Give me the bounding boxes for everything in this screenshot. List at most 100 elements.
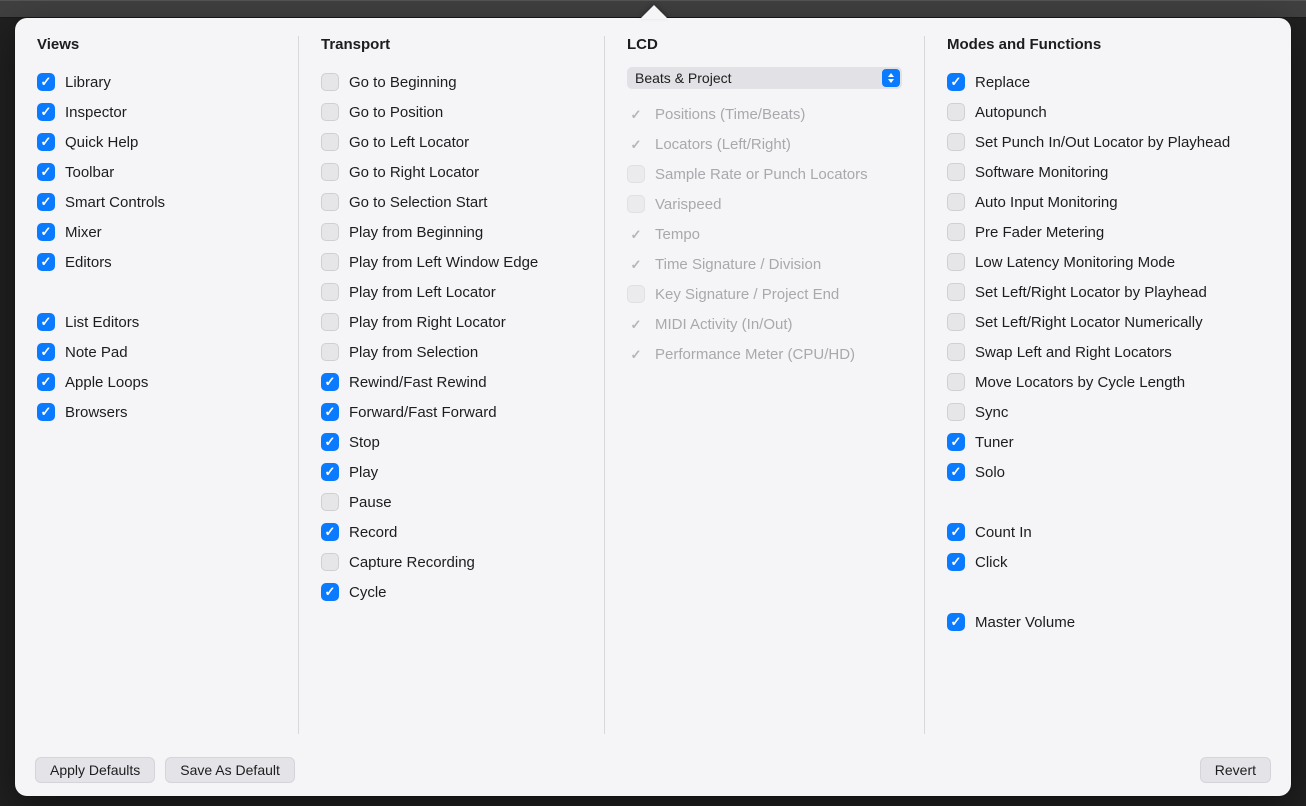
checkbox-row-set-punch-in-out-locator-by-playhead[interactable]: Set Punch In/Out Locator by Playhead [947, 127, 1269, 157]
checkbox-icon [947, 193, 965, 211]
checkbox-label: Rewind/Fast Rewind [349, 374, 487, 391]
checkbox-label: Count In [975, 524, 1032, 541]
checkbox-row-tempo: Tempo [627, 219, 902, 249]
checkbox-label: Play from Beginning [349, 224, 483, 241]
checkbox-row-pre-fader-metering[interactable]: Pre Fader Metering [947, 217, 1269, 247]
checkbox-row-cycle[interactable]: Cycle [321, 577, 582, 607]
lcd-mode-select[interactable]: Beats & Project [627, 67, 902, 89]
views-group-2: List EditorsNote PadApple LoopsBrowsers [37, 307, 276, 427]
checkbox-row-go-to-left-locator[interactable]: Go to Left Locator [321, 127, 582, 157]
checkbox-row-go-to-selection-start[interactable]: Go to Selection Start [321, 187, 582, 217]
checkbox-row-move-locators-by-cycle-length[interactable]: Move Locators by Cycle Length [947, 367, 1269, 397]
checkbox-label: Auto Input Monitoring [975, 194, 1118, 211]
checkbox-row-locators-left-right: Locators (Left/Right) [627, 129, 902, 159]
save-as-default-button[interactable]: Save As Default [165, 757, 295, 783]
checkbox-row-go-to-right-locator[interactable]: Go to Right Locator [321, 157, 582, 187]
checkbox-label: Set Left/Right Locator by Playhead [975, 284, 1207, 301]
popover-arrow [640, 5, 668, 19]
columns-container: Views LibraryInspectorQuick HelpToolbarS… [15, 18, 1291, 744]
checkbox-row-swap-left-and-right-locators[interactable]: Swap Left and Right Locators [947, 337, 1269, 367]
checkbox-icon [321, 523, 339, 541]
checkbox-icon [321, 73, 339, 91]
checkbox-row-positions-time-beats: Positions (Time/Beats) [627, 99, 902, 129]
checkbox-icon [37, 223, 55, 241]
checkbox-row-set-left-right-locator-by-playhead[interactable]: Set Left/Right Locator by Playhead [947, 277, 1269, 307]
checkbox-icon [321, 313, 339, 331]
checkbox-row-play[interactable]: Play [321, 457, 582, 487]
checkbox-row-apple-loops[interactable]: Apple Loops [37, 367, 276, 397]
checkbox-row-pause[interactable]: Pause [321, 487, 582, 517]
checkbox-row-list-editors[interactable]: List Editors [37, 307, 276, 337]
checkbox-row-rewind-fast-rewind[interactable]: Rewind/Fast Rewind [321, 367, 582, 397]
checkbox-icon [947, 223, 965, 241]
checkbox-row-quick-help[interactable]: Quick Help [37, 127, 276, 157]
checkbox-label: Positions (Time/Beats) [655, 106, 805, 123]
checkbox-icon [627, 255, 645, 273]
checkbox-row-note-pad[interactable]: Note Pad [37, 337, 276, 367]
checkbox-row-count-in[interactable]: Count In [947, 517, 1269, 547]
checkbox-row-solo[interactable]: Solo [947, 457, 1269, 487]
apply-defaults-button[interactable]: Apply Defaults [35, 757, 155, 783]
checkbox-row-editors[interactable]: Editors [37, 247, 276, 277]
checkbox-row-capture-recording[interactable]: Capture Recording [321, 547, 582, 577]
checkbox-label: Inspector [65, 104, 127, 121]
checkbox-icon [321, 583, 339, 601]
checkbox-row-play-from-right-locator[interactable]: Play from Right Locator [321, 307, 582, 337]
checkbox-row-play-from-left-window-edge[interactable]: Play from Left Window Edge [321, 247, 582, 277]
checkbox-row-mixer[interactable]: Mixer [37, 217, 276, 247]
revert-button[interactable]: Revert [1200, 757, 1271, 783]
checkbox-row-smart-controls[interactable]: Smart Controls [37, 187, 276, 217]
checkbox-icon [627, 195, 645, 213]
checkbox-label: Tuner [975, 434, 1014, 451]
checkbox-row-software-monitoring[interactable]: Software Monitoring [947, 157, 1269, 187]
checkbox-row-sync[interactable]: Sync [947, 397, 1269, 427]
spacer [37, 277, 276, 307]
column-transport: Transport Go to BeginningGo to PositionG… [299, 36, 605, 734]
checkbox-label: Solo [975, 464, 1005, 481]
checkbox-row-replace[interactable]: Replace [947, 67, 1269, 97]
checkbox-label: Time Signature / Division [655, 256, 821, 273]
checkbox-icon [947, 163, 965, 181]
checkbox-icon [321, 493, 339, 511]
checkbox-row-click[interactable]: Click [947, 547, 1269, 577]
checkbox-row-toolbar[interactable]: Toolbar [37, 157, 276, 187]
checkbox-row-tuner[interactable]: Tuner [947, 427, 1269, 457]
checkbox-icon [321, 193, 339, 211]
checkbox-icon [321, 553, 339, 571]
checkbox-row-play-from-selection[interactable]: Play from Selection [321, 337, 582, 367]
checkbox-icon [321, 253, 339, 271]
checkbox-row-forward-fast-forward[interactable]: Forward/Fast Forward [321, 397, 582, 427]
checkbox-row-stop[interactable]: Stop [321, 427, 582, 457]
checkbox-row-record[interactable]: Record [321, 517, 582, 547]
checkbox-label: Pre Fader Metering [975, 224, 1104, 241]
checkbox-row-inspector[interactable]: Inspector [37, 97, 276, 127]
checkbox-row-autopunch[interactable]: Autopunch [947, 97, 1269, 127]
checkbox-icon [627, 285, 645, 303]
checkbox-icon [947, 463, 965, 481]
checkbox-row-set-left-right-locator-numerically[interactable]: Set Left/Right Locator Numerically [947, 307, 1269, 337]
checkbox-row-browsers[interactable]: Browsers [37, 397, 276, 427]
column-transport-title: Transport [321, 36, 582, 53]
checkbox-icon [947, 253, 965, 271]
checkbox-icon [321, 163, 339, 181]
checkbox-row-key-signature-project-end: Key Signature / Project End [627, 279, 902, 309]
spacer [947, 577, 1269, 607]
checkbox-row-go-to-position[interactable]: Go to Position [321, 97, 582, 127]
footer: Apply Defaults Save As Default Revert [15, 744, 1291, 796]
checkbox-icon [321, 283, 339, 301]
checkbox-row-play-from-left-locator[interactable]: Play from Left Locator [321, 277, 582, 307]
checkbox-row-low-latency-monitoring-mode[interactable]: Low Latency Monitoring Mode [947, 247, 1269, 277]
checkbox-row-master-volume[interactable]: Master Volume [947, 607, 1269, 637]
checkbox-icon [947, 613, 965, 631]
checkbox-icon [947, 103, 965, 121]
checkbox-label: Play from Selection [349, 344, 478, 361]
checkbox-label: Master Volume [975, 614, 1075, 631]
checkbox-row-auto-input-monitoring[interactable]: Auto Input Monitoring [947, 187, 1269, 217]
checkbox-row-play-from-beginning[interactable]: Play from Beginning [321, 217, 582, 247]
checkbox-row-library[interactable]: Library [37, 67, 276, 97]
checkbox-row-go-to-beginning[interactable]: Go to Beginning [321, 67, 582, 97]
checkbox-icon [321, 133, 339, 151]
lcd-mode-select-value: Beats & Project [635, 70, 732, 86]
checkbox-icon [947, 373, 965, 391]
checkbox-label: Autopunch [975, 104, 1047, 121]
